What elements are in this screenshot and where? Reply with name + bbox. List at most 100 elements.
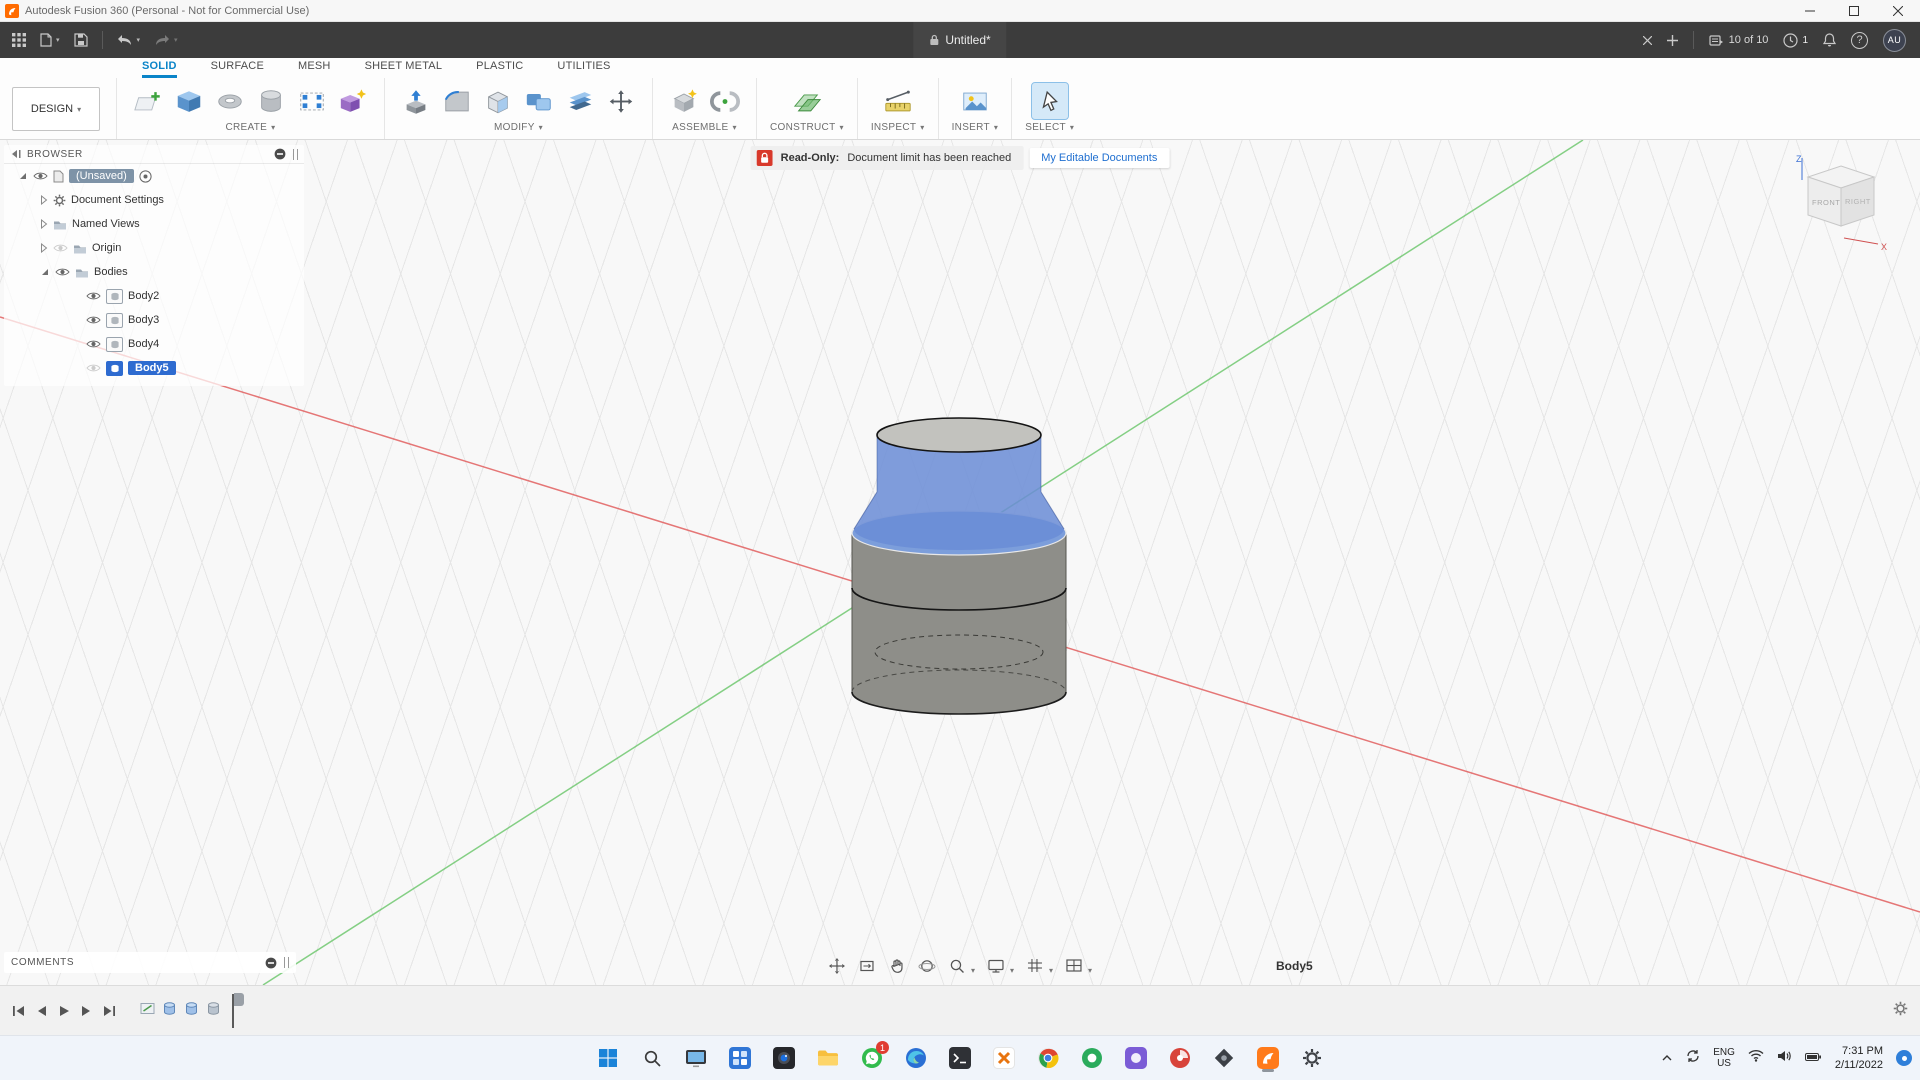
press-pull-button[interactable] [398,83,434,119]
expanded-arrow-icon[interactable] [18,171,28,181]
step-forward-icon[interactable] [81,1005,92,1017]
tab-utilities[interactable]: UTILITIES [557,60,610,78]
model-body4-cylinder[interactable] [852,533,1066,714]
timeline-feature-extrude[interactable] [162,1000,177,1021]
settings-icon[interactable] [1299,1043,1325,1073]
measure-button[interactable] [880,83,916,119]
app-red-icon[interactable] [1167,1043,1193,1073]
body2-label[interactable]: Body2 [128,290,159,302]
tree-row-body4[interactable]: Body4 [4,332,304,356]
play-icon[interactable] [58,1005,70,1017]
tree-row-named-views[interactable]: Named Views [4,212,304,236]
comments-resize-grip[interactable] [284,957,289,968]
browser-resize-grip[interactable] [293,149,298,160]
whatsapp-icon[interactable]: 1 [859,1043,885,1073]
collapsed-arrow-icon[interactable] [40,195,48,205]
timeline-feature-sketch[interactable] [140,1000,155,1021]
bell-icon[interactable] [1823,33,1836,47]
zoom-icon[interactable] [948,957,975,975]
root-document-label[interactable]: (Unsaved) [69,169,134,183]
fusion-360-icon[interactable] [1255,1043,1281,1073]
save-icon[interactable] [74,33,88,47]
app-purple-icon[interactable] [1123,1043,1149,1073]
orbit-icon[interactable] [918,957,936,975]
file-explorer-icon[interactable] [815,1043,841,1073]
task-view-icon[interactable] [683,1043,709,1073]
step-back-icon[interactable] [36,1005,47,1017]
insert-canvas-button[interactable] [957,83,993,119]
create-group-label[interactable]: CREATE [226,122,276,133]
app-x-icon[interactable] [991,1043,1017,1073]
go-to-start-icon[interactable] [12,1005,25,1017]
tab-plastic[interactable]: PLASTIC [476,60,523,78]
minimize-button[interactable] [1788,0,1832,21]
help-icon[interactable]: ? [1851,32,1868,49]
language-indicator[interactable]: ENG US [1713,1047,1735,1070]
joint-button[interactable] [707,83,743,119]
view-cube[interactable]: Z FRONT RIGHT X [1786,150,1898,262]
create-sketch-button[interactable] [130,83,166,119]
clock-date-display[interactable]: 7:31 PM 2/11/2022 [1835,1044,1883,1073]
tree-row-document-settings[interactable]: Document Settings [4,188,304,212]
tree-row-body2[interactable]: Body2 [4,284,304,308]
volume-icon[interactable] [1777,1049,1792,1067]
redo-icon[interactable] [154,34,178,46]
tab-mesh[interactable]: MESH [298,60,331,78]
workspace-selector[interactable]: DESIGN [12,87,100,131]
modify-group-label[interactable]: MODIFY [494,122,543,133]
collapse-panel-icon[interactable] [10,149,21,159]
timeline-settings-gear-icon[interactable] [1893,1001,1908,1021]
select-group-label[interactable]: SELECT [1025,122,1074,133]
tree-row-bodies[interactable]: Bodies [4,260,304,284]
widgets-icon[interactable] [727,1043,753,1073]
expanded-arrow-icon[interactable] [40,267,50,277]
go-to-end-icon[interactable] [103,1005,116,1017]
terminal-icon[interactable] [947,1043,973,1073]
undo-icon[interactable] [117,34,141,46]
search-icon[interactable] [639,1043,665,1073]
collapsed-arrow-icon[interactable] [40,219,48,229]
start-button[interactable] [595,1043,621,1073]
display-settings-icon[interactable] [987,957,1014,975]
insert-group-label[interactable]: INSERT [952,122,999,133]
body4-label[interactable]: Body4 [128,338,159,350]
timeline-feature-extrude[interactable] [184,1000,199,1021]
timeline-position-marker[interactable] [232,994,244,1028]
select-button[interactable] [1032,83,1068,119]
battery-icon[interactable] [1805,1049,1822,1067]
tree-row-body5-selected[interactable]: Body5 [4,356,304,380]
avatar[interactable]: AU [1883,29,1906,52]
combine-button[interactable] [521,83,557,119]
model-body5-selected[interactable] [852,418,1066,555]
body3-label[interactable]: Body3 [128,314,159,326]
tree-row-body3[interactable]: Body3 [4,308,304,332]
assemble-group-label[interactable]: ASSEMBLE [672,122,737,133]
new-component-button[interactable] [666,83,702,119]
editable-documents-chip[interactable]: My Editable Documents [1029,148,1169,168]
chrome-icon[interactable] [1035,1043,1061,1073]
torus-primitive-button[interactable] [212,83,248,119]
construct-group-label[interactable]: CONSTRUCT [770,122,844,133]
edge-icon[interactable] [903,1043,929,1073]
create-form-button[interactable] [335,83,371,119]
activate-target-icon[interactable] [139,170,152,183]
tab-solid[interactable]: SOLID [142,60,177,78]
visibility-eye-icon-off[interactable] [86,363,101,373]
pan-hand-icon[interactable] [888,957,906,975]
app-green-icon[interactable] [1079,1043,1105,1073]
move-copy-button[interactable] [603,83,639,119]
close-tab-icon[interactable] [1643,36,1652,45]
camera-app-icon[interactable] [771,1043,797,1073]
collapsed-arrow-icon[interactable] [40,243,48,253]
browser-filter-icon[interactable] [274,148,286,160]
viewports-icon[interactable] [1065,957,1092,975]
comments-toggle-icon[interactable] [265,957,277,969]
tray-chevron-up-icon[interactable] [1661,1049,1673,1067]
new-tab-icon[interactable] [1667,35,1678,46]
close-button[interactable] [1876,0,1920,21]
pan-icon[interactable] [828,957,846,975]
file-menu-icon[interactable] [40,33,60,47]
tree-row-origin[interactable]: Origin [4,236,304,260]
body5-label[interactable]: Body5 [128,361,176,375]
notification-badge-icon[interactable] [1896,1050,1912,1066]
